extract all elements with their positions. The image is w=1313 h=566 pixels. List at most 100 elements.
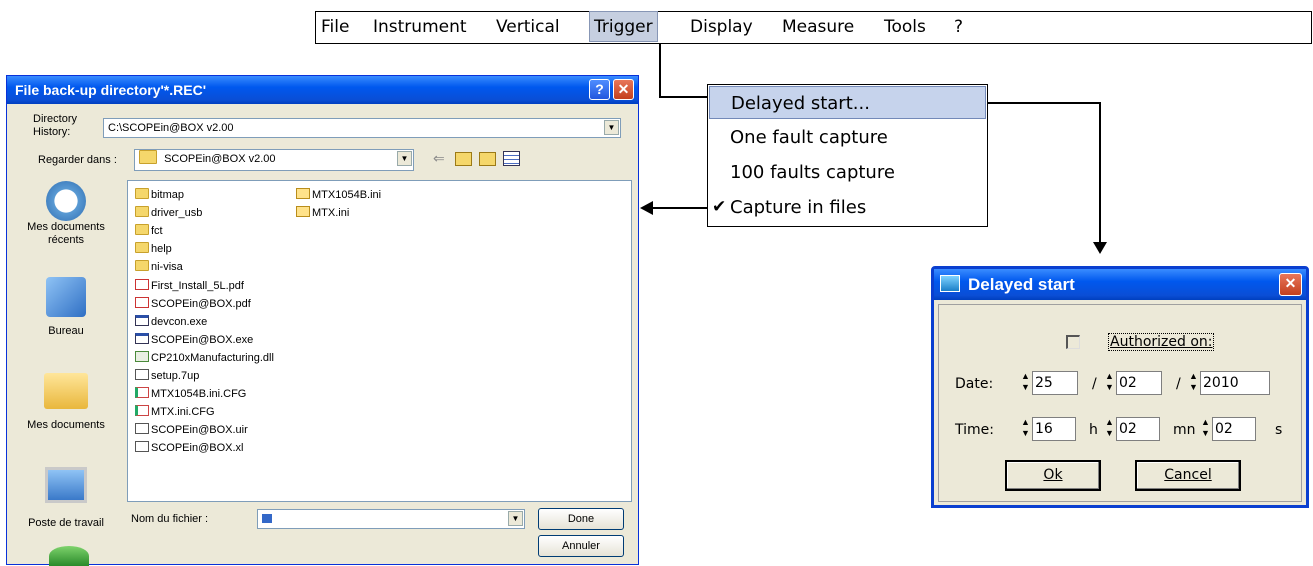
place-recent-documents[interactable]: Mes documents récents bbox=[7, 181, 125, 247]
year-spinner-arrows-icon[interactable]: ▲ ▼ bbox=[1187, 371, 1200, 395]
file-list-item[interactable]: SCOPEin@BOX.xl bbox=[135, 440, 243, 457]
second-spinner-arrows-icon[interactable]: ▲ ▼ bbox=[1199, 417, 1212, 441]
file-name: help bbox=[151, 243, 172, 256]
file-list-item[interactable]: SCOPEin@BOX.exe bbox=[135, 332, 253, 349]
file-list-item[interactable]: CP210xManufacturing.dll bbox=[135, 350, 274, 367]
cancel-label: Cancel bbox=[1164, 467, 1212, 483]
close-button[interactable]: ✕ bbox=[1279, 273, 1302, 296]
trigger-dropdown-menu: Delayed start... One fault capture 100 f… bbox=[707, 84, 988, 227]
menu-item-delayed-start[interactable]: Delayed start... bbox=[709, 86, 986, 119]
view-menu-icon[interactable] bbox=[503, 151, 520, 166]
place-my-documents[interactable]: Mes documents bbox=[7, 367, 125, 432]
directory-history-label-2: History: bbox=[33, 126, 71, 138]
txt-icon bbox=[135, 423, 149, 435]
hour-spinner-arrows-icon[interactable]: ▲ ▼ bbox=[1019, 417, 1032, 441]
menu-item-100-faults-capture[interactable]: 100 faults capture bbox=[708, 156, 987, 189]
authorized-label[interactable]: Authorized on: bbox=[1108, 333, 1215, 351]
day-input[interactable]: 25 bbox=[1032, 371, 1078, 395]
places-bar: Mes documents récents Bureau Mes documen… bbox=[7, 181, 125, 566]
file-backup-dialog: File back-up directory'*.REC' ? ✕ Direct… bbox=[6, 75, 639, 566]
cancel-button[interactable]: Cancel bbox=[1135, 460, 1241, 491]
authorized-checkbox[interactable] bbox=[1066, 335, 1080, 349]
chevron-down-icon[interactable]: ▼ bbox=[508, 511, 523, 526]
place-my-computer[interactable]: Poste de travail bbox=[7, 461, 125, 530]
file-list-item[interactable]: help bbox=[135, 241, 172, 258]
menu-display[interactable]: Display bbox=[690, 12, 753, 43]
dialog-title: File back-up directory'*.REC' bbox=[7, 76, 638, 104]
month-spinner-arrows-icon[interactable]: ▲ ▼ bbox=[1103, 371, 1116, 395]
menu-item-label: Delayed start... bbox=[731, 93, 870, 114]
minute-input[interactable]: 02 bbox=[1116, 417, 1160, 441]
file-list-item[interactable]: ni-visa bbox=[135, 259, 183, 276]
file-name: SCOPEin@BOX.exe bbox=[151, 333, 254, 346]
menu-bar: File Instrument Vertical Trigger Display… bbox=[315, 11, 1312, 44]
menu-file[interactable]: File bbox=[321, 12, 349, 43]
file-list-item[interactable]: MTX1054B.ini bbox=[296, 187, 381, 204]
file-list-item[interactable]: MTX1054B.ini.CFG bbox=[135, 386, 246, 403]
menu-item-one-fault-capture[interactable]: One fault capture bbox=[708, 121, 987, 154]
file-list-item[interactable]: SCOPEin@BOX.uir bbox=[135, 422, 248, 439]
look-in-label: Regarder dans : bbox=[38, 154, 117, 166]
authorized-label-text: Authorized on: bbox=[1110, 334, 1213, 350]
look-in-combo[interactable]: SCOPEin@BOX v2.00 ▼ bbox=[134, 149, 414, 171]
menu-instrument[interactable]: Instrument bbox=[373, 12, 467, 43]
chevron-down-icon[interactable]: ▼ bbox=[397, 151, 412, 166]
day-spinner-arrows-icon[interactable]: ▲ ▼ bbox=[1019, 371, 1032, 395]
file-name: MTX.ini bbox=[312, 207, 350, 220]
ok-label: Ok bbox=[1043, 467, 1063, 483]
dialog-title: Delayed start bbox=[934, 269, 1306, 300]
file-list-item[interactable]: MTX.ini bbox=[296, 205, 349, 222]
hour-input[interactable]: 16 bbox=[1032, 417, 1076, 441]
connector-delayed-horizontal bbox=[988, 102, 1100, 104]
close-button[interactable]: ✕ bbox=[613, 79, 634, 100]
connector-trigger-horizontal bbox=[659, 96, 707, 98]
file-list-item[interactable]: bitmap bbox=[135, 187, 184, 204]
cfg-icon bbox=[135, 387, 149, 399]
dll-icon bbox=[135, 350, 149, 362]
second-input[interactable]: 02 bbox=[1212, 417, 1256, 441]
year-input[interactable]: 2010 bbox=[1200, 371, 1270, 395]
cancel-button[interactable]: Annuler bbox=[538, 535, 624, 557]
file-list: bitmap driver_usb fct help ni-visa First_Inst… bbox=[127, 180, 632, 502]
title-text: Delayed start bbox=[968, 275, 1075, 294]
file-list-item[interactable]: setup.7up bbox=[135, 368, 199, 385]
menu-item-capture-in-files[interactable]: ✔ Capture in files bbox=[708, 191, 987, 224]
pdf-icon bbox=[135, 296, 149, 308]
minute-unit: mn bbox=[1173, 422, 1196, 438]
file-name: MTX.ini.CFG bbox=[151, 406, 215, 419]
back-arrow-icon[interactable]: ⇐ bbox=[433, 150, 445, 167]
menu-tools[interactable]: Tools bbox=[884, 12, 926, 43]
done-button[interactable]: Done bbox=[538, 508, 624, 530]
file-name: MTX1054B.ini bbox=[312, 189, 382, 201]
app-icon bbox=[940, 275, 960, 292]
file-list-item[interactable]: fct bbox=[135, 223, 163, 240]
file-list-item[interactable]: driver_usb bbox=[135, 205, 202, 222]
file-list-item[interactable]: SCOPEin@BOX.pdf bbox=[135, 296, 251, 313]
directory-history-label: Directory bbox=[33, 113, 78, 125]
folder-icon bbox=[135, 224, 149, 236]
new-folder-icon[interactable] bbox=[479, 152, 496, 166]
file-list-item[interactable]: MTX.ini.CFG bbox=[135, 404, 215, 421]
menu-measure[interactable]: Measure bbox=[782, 12, 854, 43]
ok-button[interactable]: Ok bbox=[1005, 460, 1101, 491]
file-list-item[interactable]: devcon.exe bbox=[135, 314, 207, 331]
menu-help[interactable]: ? bbox=[954, 12, 963, 43]
folder-icon bbox=[135, 260, 149, 272]
filename-input[interactable]: ▼ bbox=[257, 509, 525, 529]
help-button[interactable]: ? bbox=[589, 79, 610, 100]
place-label: Mes documents bbox=[27, 221, 105, 233]
menu-trigger[interactable]: Trigger bbox=[589, 11, 658, 42]
minute-spinner-arrows-icon[interactable]: ▲ ▼ bbox=[1103, 417, 1116, 441]
menu-vertical[interactable]: Vertical bbox=[496, 12, 560, 43]
file-name: SCOPEin@BOX.pdf bbox=[151, 297, 251, 310]
place-desktop[interactable]: Bureau bbox=[7, 277, 125, 338]
directory-history-combo[interactable]: C:\SCOPEin@BOX v2.00 ▼ bbox=[103, 118, 621, 138]
file-name: devcon.exe bbox=[151, 315, 208, 328]
up-folder-icon[interactable] bbox=[455, 152, 472, 166]
month-input[interactable]: 02 bbox=[1116, 371, 1162, 395]
file-name: SCOPEin@BOX.xl bbox=[151, 442, 244, 455]
desktop-icon bbox=[46, 277, 86, 317]
chevron-down-icon[interactable]: ▼ bbox=[604, 120, 619, 135]
ini-icon bbox=[296, 188, 310, 199]
file-list-item[interactable]: First_Install_5L.pdf bbox=[135, 278, 244, 295]
